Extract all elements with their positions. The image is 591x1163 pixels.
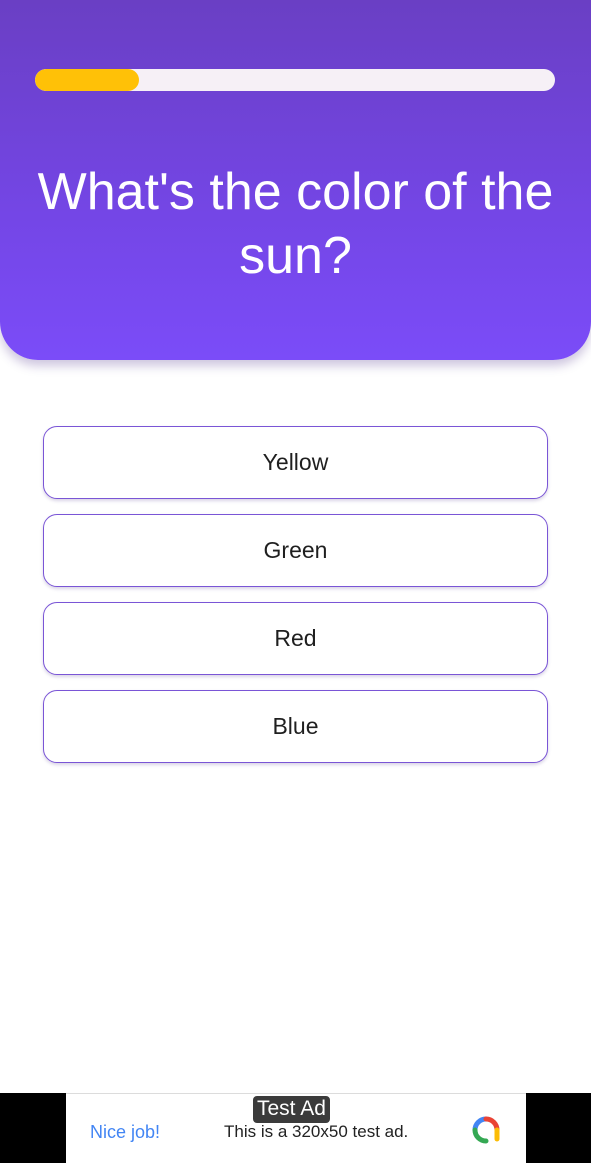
ad-cta-link[interactable]: Nice job!	[90, 1122, 160, 1143]
question-header: What's the color of the sun?	[0, 0, 591, 360]
question-text: What's the color of the sun?	[37, 163, 554, 285]
answer-option-green[interactable]: Green	[43, 514, 548, 587]
admob-logo-icon[interactable]	[471, 1115, 501, 1145]
answer-option-yellow[interactable]: Yellow	[43, 426, 548, 499]
ad-bar: Nice job! This is a 320x50 test ad. Test…	[0, 1093, 591, 1163]
progress-bar-fill	[35, 69, 139, 91]
ad-banner[interactable]: Nice job! This is a 320x50 test ad. Test…	[66, 1093, 526, 1163]
answer-options: Yellow Green Red Blue	[43, 426, 548, 778]
answer-option-red[interactable]: Red	[43, 602, 548, 675]
ad-text: This is a 320x50 test ad.	[224, 1122, 409, 1141]
answer-option-blue[interactable]: Blue	[43, 690, 548, 763]
progress-bar	[35, 69, 555, 91]
test-ad-badge: Test Ad	[253, 1096, 330, 1123]
